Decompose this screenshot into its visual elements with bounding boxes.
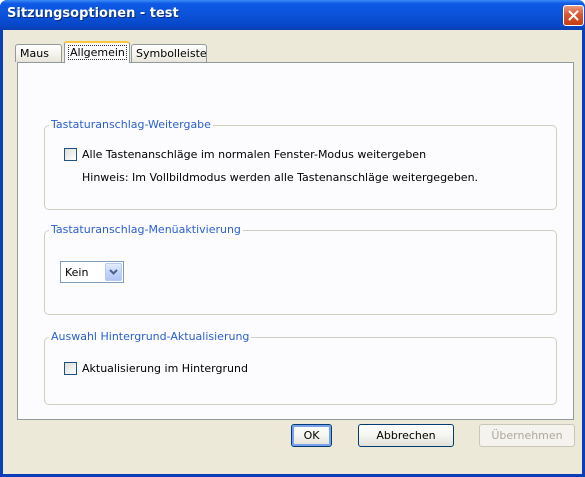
group-menu-activation: Tastaturanschlag-Menüaktivierung Kein xyxy=(44,223,557,315)
apply-button[interactable]: Übernehmen xyxy=(479,424,575,447)
tab-label: Maus xyxy=(20,47,49,60)
dialog-client-area: Maus Allgemein Symbolleiste Tastaturansc… xyxy=(3,30,582,474)
checkbox-label: Aktualisierung im Hintergrund xyxy=(82,362,248,375)
forward-keystrokes-checkbox-row[interactable]: Alle Tastenanschläge im normalen Fenster… xyxy=(64,148,426,161)
forward-keystrokes-checkbox[interactable] xyxy=(64,148,77,161)
tab-panel-allgemein: Tastaturanschlag-Weitergabe Alle Tastena… xyxy=(17,62,574,420)
tab-maus[interactable]: Maus xyxy=(15,44,62,62)
ok-button[interactable]: OK xyxy=(291,424,332,447)
fullscreen-hint: Hinweis: Im Vollbildmodus werden alle Ta… xyxy=(82,171,479,184)
tab-allgemein[interactable]: Allgemein xyxy=(64,41,130,63)
group-legend: Tastaturanschlag-Menüaktivierung xyxy=(49,223,243,236)
dropdown-button[interactable] xyxy=(105,263,122,281)
menu-activation-select[interactable]: Kein xyxy=(60,261,124,283)
background-update-checkbox-row[interactable]: Aktualisierung im Hintergrund xyxy=(64,362,248,375)
window-title: Sitzungsoptionen - test xyxy=(7,6,179,21)
tab-label: Symbolleiste xyxy=(136,47,207,60)
group-legend: Tastaturanschlag-Weitergabe xyxy=(49,118,213,131)
close-icon xyxy=(568,10,579,21)
close-button[interactable] xyxy=(563,5,584,26)
group-background-update: Auswahl Hintergrund-Aktualisierung Aktua… xyxy=(44,330,557,405)
background-update-checkbox[interactable] xyxy=(64,362,77,375)
chevron-down-icon xyxy=(109,269,118,275)
group-keystroke-forwarding: Tastaturanschlag-Weitergabe Alle Tastena… xyxy=(44,118,557,210)
cancel-button[interactable]: Abbrechen xyxy=(358,424,454,447)
tab-label: Allgemein xyxy=(68,45,127,60)
tab-symbolleiste[interactable]: Symbolleiste xyxy=(131,44,207,62)
select-value: Kein xyxy=(65,265,89,279)
group-legend: Auswahl Hintergrund-Aktualisierung xyxy=(49,330,252,343)
checkbox-label: Alle Tastenanschläge im normalen Fenster… xyxy=(82,148,427,161)
dialog-window: Sitzungsoptionen - test Maus Allgemein S… xyxy=(0,0,585,477)
title-bar[interactable]: Sitzungsoptionen - test xyxy=(0,0,585,30)
